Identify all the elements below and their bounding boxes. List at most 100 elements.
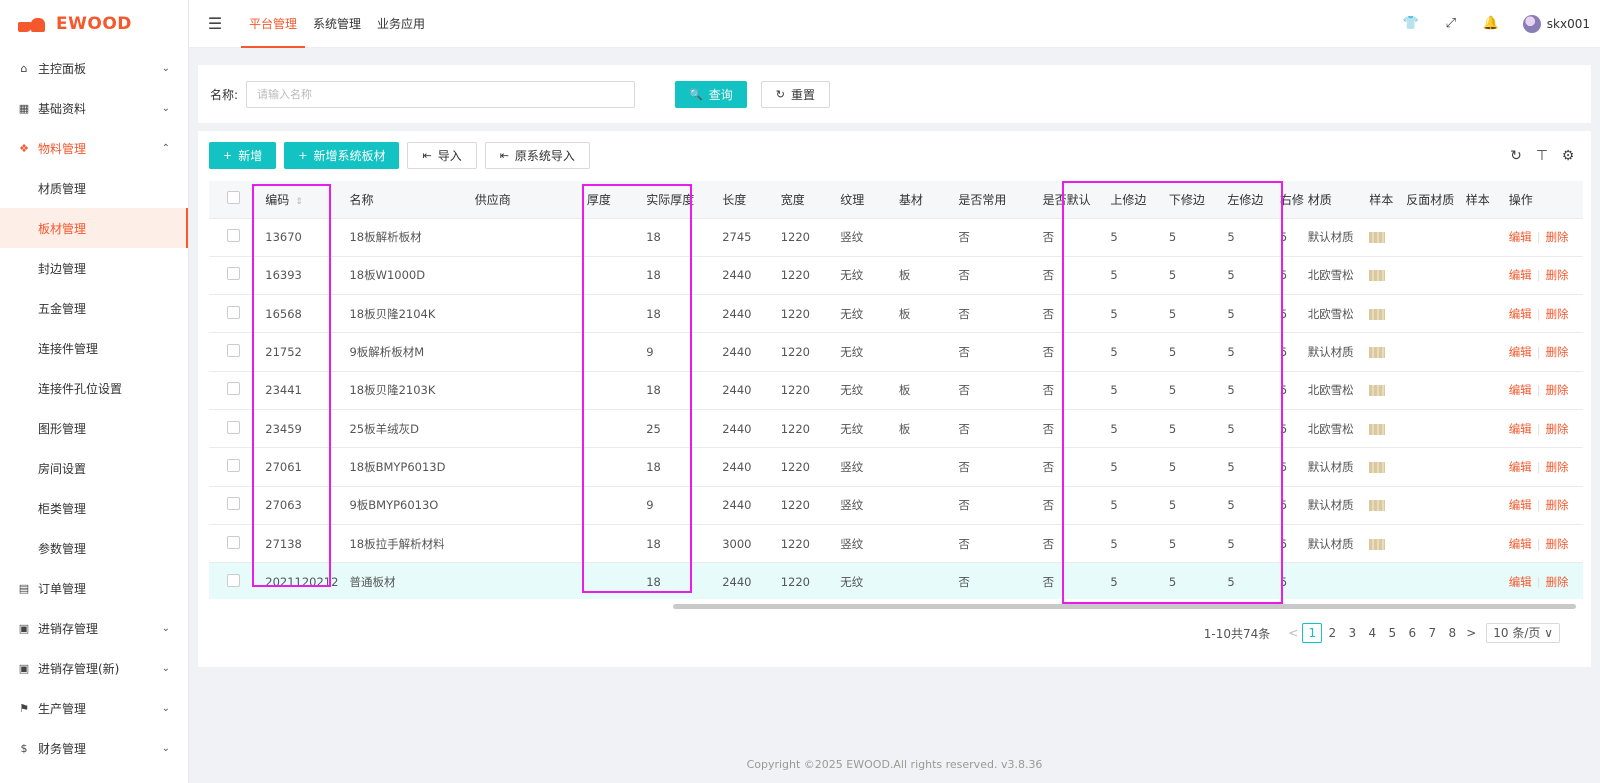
delete-link[interactable]: 删除: [1546, 498, 1569, 512]
username[interactable]: skx001: [1547, 17, 1590, 31]
import-old-system-button[interactable]: ⇤ 原系统导入: [484, 142, 590, 169]
row-select-cell[interactable]: [209, 447, 258, 487]
edit-link[interactable]: 编辑: [1509, 345, 1532, 359]
sidebar-subitem-connector-holes[interactable]: 连接件孔位设置: [0, 368, 188, 408]
page-size-select[interactable]: 10 条/页 ∨: [1486, 623, 1560, 643]
sidebar-subitem-room[interactable]: 房间设置: [0, 448, 188, 488]
table-row[interactable]: 27138 18板拉手解析材料 18 3000 1220 竖纹否否 5 5 5 5 默认材质 编辑 | 删…: [209, 524, 1583, 564]
bell-icon[interactable]: 🔔: [1471, 16, 1511, 31]
shirt-icon[interactable]: 👕: [1391, 16, 1431, 31]
select-all-cell[interactable]: [209, 181, 258, 219]
avatar[interactable]: [1522, 14, 1541, 33]
sidebar-item-finance[interactable]: $ 财务管理 ⌄: [0, 728, 188, 768]
sidebar-item-inventory[interactable]: ▣ 进销存管理 ⌄: [0, 608, 188, 648]
row-checkbox[interactable]: [227, 305, 240, 319]
row-select-cell[interactable]: [209, 486, 258, 525]
row-checkbox[interactable]: [227, 344, 240, 358]
fullscreen-icon[interactable]: ⤢: [1431, 16, 1471, 31]
sidebar-item-production[interactable]: ⚑ 生产管理 ⌄: [0, 688, 188, 728]
sidebar-subitem-connector[interactable]: 连接件管理: [0, 328, 188, 368]
sidebar-subitem-edge[interactable]: 封边管理: [0, 248, 188, 288]
tab-platform[interactable]: 平台管理: [241, 0, 306, 48]
row-checkbox[interactable]: [227, 573, 240, 587]
sidebar-subitem-cabinet[interactable]: 柜类管理: [0, 488, 188, 528]
row-select-cell[interactable]: [209, 562, 258, 599]
edit-link[interactable]: 编辑: [1509, 460, 1532, 474]
menu-fold-icon[interactable]: ☰: [189, 14, 241, 33]
settings-icon[interactable]: ⚙: [1555, 148, 1581, 164]
edit-link[interactable]: 编辑: [1509, 422, 1532, 436]
row-select-cell[interactable]: [209, 409, 258, 449]
sample-swatch[interactable]: [1369, 538, 1386, 550]
sidebar-subitem-hardware[interactable]: 五金管理: [0, 288, 188, 328]
page-8[interactable]: 8: [1442, 626, 1462, 640]
name-search-input[interactable]: [246, 80, 636, 108]
column-header-code[interactable]: 编码 ⇕: [257, 181, 342, 219]
edit-link[interactable]: 编辑: [1509, 230, 1532, 244]
delete-link[interactable]: 删除: [1546, 383, 1569, 397]
reset-button[interactable]: ↻ 重置: [760, 80, 830, 108]
delete-link[interactable]: 删除: [1546, 575, 1569, 589]
table-row[interactable]: 21752 9板解析板材M 9 2440 1220 无纹否否 5 5 5 5 默认材质 编辑 | 删除: [209, 332, 1583, 372]
add-system-board-button[interactable]: + 新增系统板材: [284, 142, 400, 169]
page-1[interactable]: 1: [1302, 623, 1323, 643]
edit-link[interactable]: 编辑: [1509, 498, 1532, 512]
refresh-icon[interactable]: ↻: [1503, 148, 1529, 164]
add-button[interactable]: + 新增: [209, 142, 277, 169]
sidebar-item-material[interactable]: ❖ 物料管理 ⌃: [0, 128, 188, 168]
row-select-cell[interactable]: [209, 218, 258, 257]
delete-link[interactable]: 删除: [1546, 537, 1569, 551]
table-row[interactable]: 16393 18板W1000D 18 2440 1220 无纹板否否 5 5 5 5 北欧雪松 编辑 |…: [209, 256, 1583, 296]
next-page-icon[interactable]: >: [1462, 626, 1480, 640]
tab-system[interactable]: 系统管理: [305, 0, 369, 48]
sidebar-subitem-texture[interactable]: 材质管理: [0, 168, 188, 208]
import-button[interactable]: ⇤ 导入: [407, 142, 477, 169]
table-row[interactable]: 27061 18板BMYP6013D 18 2440 1220 竖纹否否 5 5 5 5 默认材质编…: [209, 447, 1583, 487]
table-row[interactable]: 27063 9板BMYP6013O 9 2440 1220 竖纹否否 5 5 5 5 默认材质 编辑 |…: [209, 486, 1583, 525]
sidebar-item-orders[interactable]: ▤ 订单管理: [0, 568, 188, 608]
sample-swatch[interactable]: [1369, 385, 1386, 397]
page-5[interactable]: 5: [1382, 626, 1402, 640]
row-checkbox[interactable]: [227, 458, 240, 472]
delete-link[interactable]: 删除: [1546, 422, 1569, 436]
sidebar-subitem-board[interactable]: 板材管理: [0, 208, 188, 248]
sidebar-subitem-params[interactable]: 参数管理: [0, 528, 188, 568]
edit-link[interactable]: 编辑: [1509, 268, 1532, 282]
delete-link[interactable]: 删除: [1546, 268, 1569, 282]
edit-link[interactable]: 编辑: [1509, 307, 1532, 321]
delete-link[interactable]: 删除: [1546, 307, 1569, 321]
sidebar-item-inventory-new[interactable]: ▣ 进销存管理(新) ⌄: [0, 648, 188, 688]
select-all-checkbox[interactable]: [227, 191, 240, 205]
page-7[interactable]: 7: [1422, 626, 1442, 640]
row-select-cell[interactable]: [209, 256, 258, 296]
sample-swatch[interactable]: [1369, 461, 1386, 473]
sample-swatch[interactable]: [1369, 270, 1386, 282]
sample-swatch[interactable]: [1369, 347, 1386, 359]
table-row[interactable]: 23441 18板贝隆2103K 18 2440 1220 无纹板否否 5 5 5 5 北欧雪松 编辑…: [209, 371, 1583, 410]
logo[interactable]: EWOOD: [0, 0, 188, 48]
row-select-cell[interactable]: [209, 332, 258, 372]
row-select-cell[interactable]: [209, 371, 258, 410]
table-row[interactable]: 2021120212 普通板材 18 2440 1220 无纹否否 5 5 5 5 编辑 | 删除: [209, 562, 1583, 599]
row-checkbox[interactable]: [227, 267, 240, 281]
horizontal-scrollbar[interactable]: [673, 604, 1576, 609]
sidebar-item-dashboard[interactable]: ⌂ 主控面板 ⌄: [0, 48, 188, 88]
sort-icon[interactable]: ⇕: [295, 197, 303, 207]
sample-swatch[interactable]: [1369, 500, 1386, 512]
page-6[interactable]: 6: [1402, 626, 1422, 640]
delete-link[interactable]: 删除: [1546, 460, 1569, 474]
row-checkbox[interactable]: [227, 382, 240, 396]
sidebar-subitem-graphics[interactable]: 图形管理: [0, 408, 188, 448]
query-button[interactable]: 🔍 查询: [675, 80, 747, 108]
page-4[interactable]: 4: [1362, 626, 1382, 640]
table-row[interactable]: 23459 25板羊绒灰D 25 2440 1220 无纹板否否 5 5 5 5 北欧雪松 编辑 | 删除: [209, 409, 1583, 449]
row-select-cell[interactable]: [209, 294, 258, 334]
sidebar-item-basic-data[interactable]: ▦ 基础资料 ⌄: [0, 88, 188, 128]
sample-swatch[interactable]: [1369, 232, 1386, 244]
table-row[interactable]: 16568 18板贝隆2104K 18 2440 1220 无纹板否否 5 5 5 5 北欧雪松 编辑…: [209, 294, 1583, 334]
row-select-cell[interactable]: [209, 524, 258, 564]
row-checkbox[interactable]: [227, 229, 240, 243]
prev-page-icon[interactable]: <: [1284, 626, 1302, 640]
edit-link[interactable]: 编辑: [1509, 575, 1532, 589]
row-checkbox[interactable]: [227, 497, 240, 511]
